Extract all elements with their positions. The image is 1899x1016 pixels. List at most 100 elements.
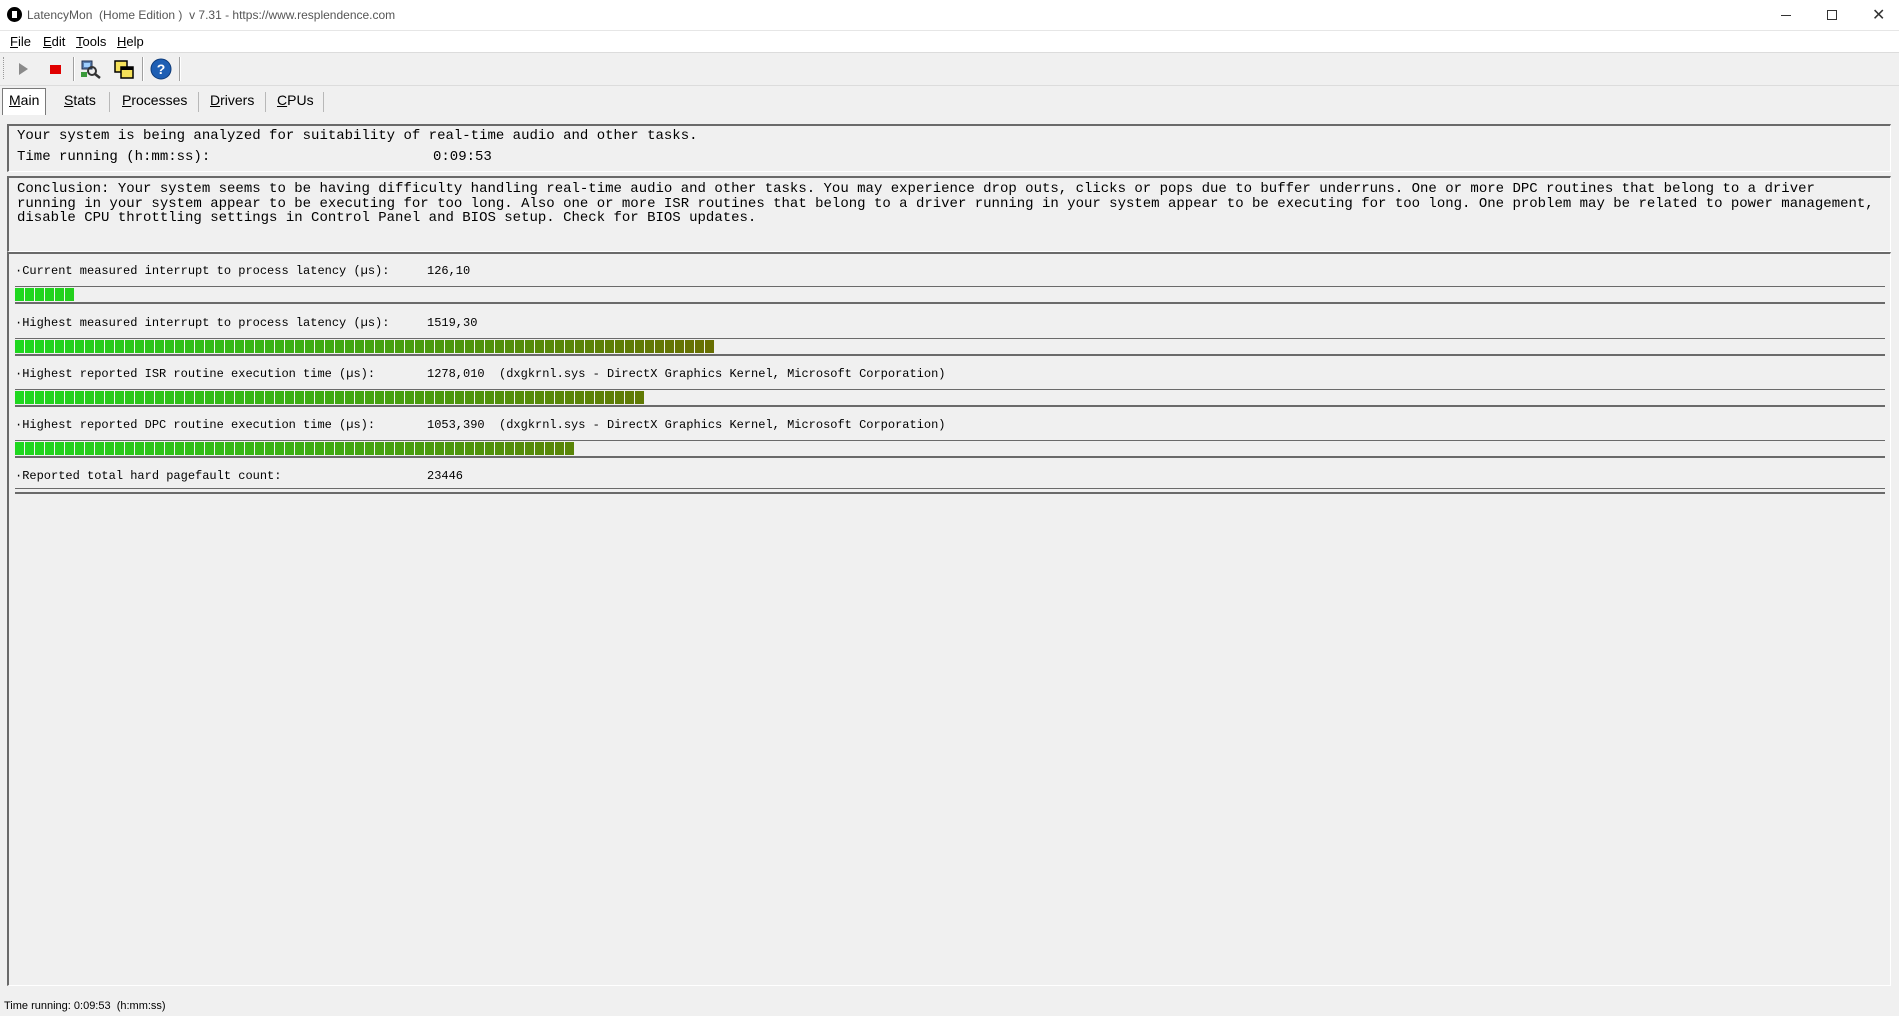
meter-segment bbox=[455, 391, 464, 404]
meter-segment bbox=[55, 391, 64, 404]
meter-segment bbox=[535, 442, 544, 455]
meter-segment bbox=[445, 391, 454, 404]
meter-segment bbox=[145, 442, 154, 455]
meter-segment bbox=[255, 340, 264, 353]
meter-segment bbox=[605, 340, 614, 353]
meter-segment bbox=[395, 340, 404, 353]
menu-tools[interactable]: Tools bbox=[76, 34, 106, 49]
meter-segment bbox=[15, 288, 24, 301]
meter-segment bbox=[215, 442, 224, 455]
start-button[interactable] bbox=[11, 57, 35, 81]
meter-segment bbox=[455, 442, 464, 455]
conclusion-text: Conclusion: Your system seems to be havi… bbox=[17, 181, 1874, 226]
meter-segment bbox=[125, 442, 134, 455]
meter-segment bbox=[285, 442, 294, 455]
meter-segment bbox=[515, 340, 524, 353]
meter-segment bbox=[595, 340, 604, 353]
meter-segment bbox=[625, 340, 634, 353]
meter-segment bbox=[575, 340, 584, 353]
meter-segment bbox=[525, 340, 534, 353]
meter-segment bbox=[55, 288, 64, 301]
toolbar-separator bbox=[73, 57, 75, 81]
meter-segment bbox=[125, 340, 134, 353]
metric-label: ·Reported total hard pagefault count: bbox=[15, 469, 282, 483]
stop-icon bbox=[50, 65, 61, 74]
meter-segment bbox=[255, 442, 264, 455]
meter-segment bbox=[185, 391, 194, 404]
latency-meter bbox=[15, 440, 1885, 458]
meter-segment bbox=[465, 340, 474, 353]
meter-segment bbox=[235, 442, 244, 455]
meter-segment bbox=[605, 391, 614, 404]
meter-segment bbox=[665, 340, 674, 353]
meter-segment bbox=[385, 340, 394, 353]
menu-edit[interactable]: Edit bbox=[43, 34, 65, 49]
tab-divider bbox=[109, 92, 110, 112]
meter-segment bbox=[85, 391, 94, 404]
menu-help[interactable]: Help bbox=[117, 34, 144, 49]
meter-segment bbox=[555, 340, 564, 353]
tab-processes[interactable]: Processes bbox=[116, 89, 193, 113]
meter-segment bbox=[95, 340, 104, 353]
meter-segment bbox=[115, 442, 124, 455]
meter-segment bbox=[155, 442, 164, 455]
meter-segment bbox=[225, 340, 234, 353]
meter-segment bbox=[445, 340, 454, 353]
meter-segment bbox=[35, 340, 44, 353]
meter-segment bbox=[535, 391, 544, 404]
tab-drivers[interactable]: Drivers bbox=[204, 89, 260, 113]
meter-segment bbox=[295, 340, 304, 353]
meter-segment bbox=[655, 340, 664, 353]
meter-segment bbox=[245, 391, 254, 404]
meter-segment bbox=[425, 442, 434, 455]
meter-segment bbox=[195, 391, 204, 404]
meter-segment bbox=[25, 288, 34, 301]
meter-segment bbox=[75, 442, 84, 455]
meter-segment bbox=[95, 391, 104, 404]
meter-segment bbox=[395, 442, 404, 455]
meter-segment bbox=[155, 391, 164, 404]
metric-label: ·Highest reported DPC routine execution … bbox=[15, 418, 376, 432]
minimize-button[interactable] bbox=[1763, 0, 1809, 30]
meter-segment bbox=[335, 391, 344, 404]
close-button[interactable]: ✕ bbox=[1855, 0, 1899, 30]
meter-segment bbox=[335, 442, 344, 455]
meter-segment bbox=[45, 442, 54, 455]
network-search-button[interactable] bbox=[79, 57, 103, 81]
menu-file[interactable]: File bbox=[10, 34, 31, 49]
meter-segment bbox=[485, 391, 494, 404]
help-button[interactable]: ? bbox=[149, 57, 173, 81]
title-bar: LatencyMon (Home Edition ) v 7.31 - http… bbox=[0, 0, 1899, 30]
tab-main[interactable]: Main bbox=[2, 88, 47, 115]
meter-segment bbox=[105, 442, 114, 455]
meter-segment bbox=[475, 442, 484, 455]
meter-segment bbox=[45, 340, 54, 353]
tab-cpus[interactable]: CPUs bbox=[271, 89, 320, 113]
play-icon bbox=[19, 63, 28, 75]
tab-stats[interactable]: Stats bbox=[58, 89, 102, 113]
tab-divider bbox=[323, 92, 324, 112]
meter-segment bbox=[35, 442, 44, 455]
meter-segment bbox=[65, 340, 74, 353]
meter-segment bbox=[135, 442, 144, 455]
metric-label: ·Current measured interrupt to process l… bbox=[15, 264, 390, 278]
help-icon: ? bbox=[150, 58, 172, 80]
app-logo-icon bbox=[7, 7, 22, 22]
maximize-button[interactable] bbox=[1809, 0, 1855, 30]
meter-segment bbox=[25, 391, 34, 404]
copy-windows-button[interactable] bbox=[112, 57, 136, 81]
meter-segment bbox=[15, 442, 24, 455]
meter-segment bbox=[65, 442, 74, 455]
meter-segment bbox=[255, 391, 264, 404]
meter-segment bbox=[265, 442, 274, 455]
meter-segment bbox=[425, 391, 434, 404]
meter-segment bbox=[555, 442, 564, 455]
stop-button[interactable] bbox=[43, 57, 67, 81]
latency-meter bbox=[15, 286, 1885, 304]
meter-segment bbox=[435, 391, 444, 404]
conclusion-panel: Conclusion: Your system seems to be havi… bbox=[7, 176, 1891, 252]
meter-segment bbox=[495, 442, 504, 455]
meter-segment bbox=[415, 391, 424, 404]
meter-segment bbox=[405, 442, 414, 455]
meter-segment bbox=[185, 442, 194, 455]
